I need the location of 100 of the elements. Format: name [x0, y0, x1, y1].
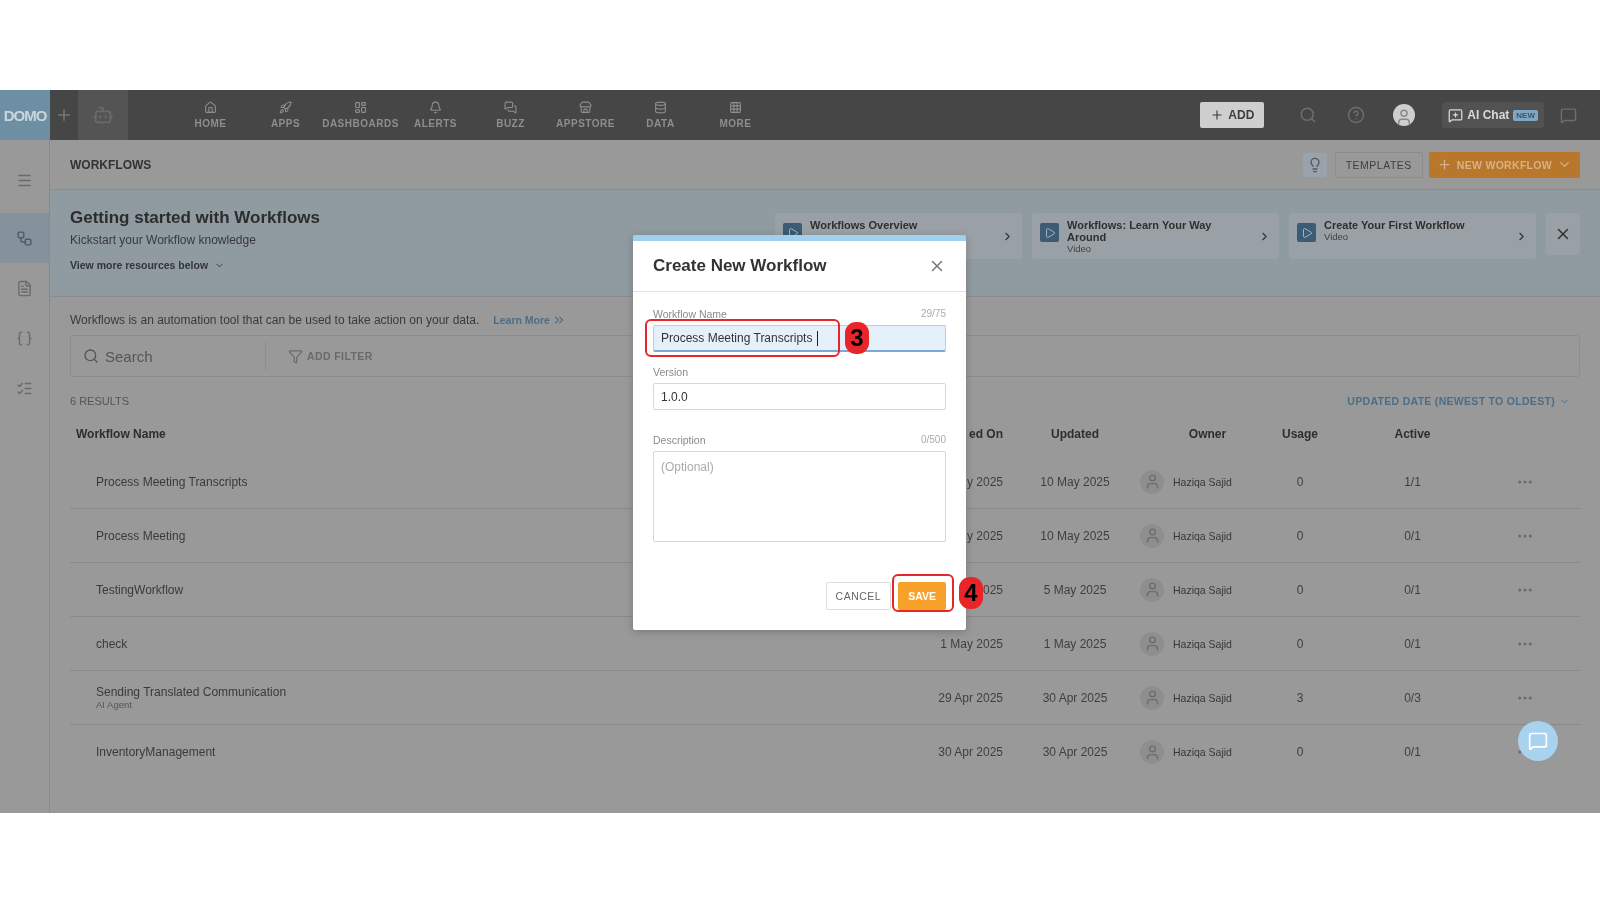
nav-item[interactable]: BUZZ	[473, 90, 548, 140]
ai-chat-button[interactable]: AI Chat NEW	[1442, 102, 1544, 128]
chat-icon[interactable]	[1559, 106, 1577, 124]
workflow-name[interactable]: check	[96, 636, 915, 651]
workflow-name[interactable]: Sending Translated Communication	[96, 685, 915, 699]
search-icon	[83, 348, 99, 364]
nav-item[interactable]: MORE	[698, 90, 773, 140]
robot-tile[interactable]	[78, 90, 128, 140]
nav-item[interactable]: APPSTORE	[548, 90, 623, 140]
field-label: Description	[653, 434, 706, 448]
table-cell: y 2025	[966, 474, 1003, 489]
new-badge: NEW	[1513, 109, 1538, 121]
page-title: WORKFLOWS	[70, 157, 152, 172]
owner-name: Haziqa Sajid	[1173, 746, 1232, 758]
dashboard-icon	[354, 101, 367, 114]
chat-bubbles-icon	[504, 101, 517, 114]
add-button[interactable]: ADD	[1200, 102, 1265, 128]
workflow-type: AI Agent	[96, 699, 133, 710]
bell-icon	[429, 101, 442, 114]
resource-type: Video	[1324, 231, 1350, 242]
dialog-title: Create New Workflow	[653, 256, 827, 276]
banner-subtitle: Kickstart your Workflow knowledge	[70, 233, 257, 247]
table-cell-text: 0/1	[1403, 582, 1422, 597]
resource-type: Video	[1067, 243, 1093, 254]
grid-icon	[729, 101, 742, 114]
database-icon	[654, 101, 667, 114]
chat-icon	[1528, 731, 1548, 751]
workflow-icon	[16, 229, 33, 247]
table-cell-text: 0/1	[1403, 636, 1422, 651]
highlight-box	[892, 574, 954, 612]
field-label: Workflow Name	[653, 308, 727, 322]
avatar[interactable]	[1393, 104, 1416, 126]
description-input[interactable]: (Optional)	[653, 451, 946, 542]
intro-text: Workflows is an automation tool that can be used to take action on your data.	[70, 313, 480, 327]
table-cell-text: 1/1	[1403, 474, 1422, 489]
table-cell-text: 30 Apr 2025	[1041, 745, 1109, 759]
table-cell: 1 May 2025	[940, 636, 1003, 651]
field-label: Version	[653, 366, 689, 380]
tips-button[interactable]	[1302, 152, 1327, 177]
logo[interactable]: DOMO	[0, 90, 50, 140]
owner-name: Haziqa Sajid	[1173, 637, 1232, 650]
cancel-button[interactable]: CANCEL	[825, 582, 892, 610]
char-counter: 0/500	[920, 434, 946, 447]
char-counter: 29/75	[920, 308, 946, 321]
plus-icon[interactable]	[55, 106, 73, 124]
table-cell-text: 0	[1295, 582, 1305, 597]
table-cell-text: 0	[1295, 474, 1305, 489]
search-icon[interactable]	[1299, 106, 1318, 124]
table-cell-text: 0	[1295, 636, 1305, 651]
braces-icon	[16, 329, 33, 347]
table-cell-text: 10 May 2025	[1039, 528, 1111, 543]
resources-link[interactable]: View more resources below	[70, 259, 320, 271]
nav-item[interactable]: APPS	[248, 90, 323, 140]
filter-icon	[288, 348, 303, 364]
table-cell-text: 0/1	[1403, 745, 1422, 759]
search-field[interactable]: Search	[71, 342, 266, 370]
nav-item[interactable]: DASHBOARDS	[323, 90, 398, 140]
table-cell-text: 30 Apr 2025	[1041, 690, 1109, 705]
save-button[interactable]: SAVE	[898, 582, 946, 610]
owner-name: Haziqa Sajid	[1173, 583, 1232, 596]
table-cell-text: 10 May 2025	[1039, 474, 1111, 489]
rocket-icon	[279, 101, 292, 114]
chat-sparkle-icon	[1448, 107, 1464, 123]
table-cell-text: 0	[1295, 745, 1305, 759]
resource-card[interactable]: Create Your First Workflow Video	[1289, 213, 1536, 259]
nav-item[interactable]: ALERTS	[398, 90, 473, 140]
version-input[interactable]: 1.0.0	[653, 383, 946, 410]
resource-card[interactable]: Workflows: Learn Your Way Around Video	[1032, 213, 1279, 259]
column-header[interactable]: Updated	[1010, 427, 1140, 441]
table-cell-text: 5 May 2025	[1042, 582, 1108, 597]
resource-title: Workflows Overview	[810, 219, 919, 231]
workflow-name[interactable]: InventoryManagement	[96, 745, 915, 759]
table-cell-text: 3	[1295, 690, 1305, 705]
table-cell: 30 Apr 2025	[938, 745, 1003, 759]
results-count: 6 RESULTS	[70, 395, 130, 407]
home-icon	[204, 101, 217, 114]
sidebar-item[interactable]	[0, 213, 49, 263]
column-header[interactable]: Owner	[1140, 427, 1275, 441]
table-cell-text: 1 May 2025	[1042, 636, 1108, 651]
owner-name: Haziqa Sajid	[1173, 529, 1232, 542]
help-icon[interactable]	[1347, 106, 1366, 124]
table-cell: y 2025	[966, 528, 1003, 543]
step-badge: 3	[845, 322, 869, 354]
close-button[interactable]	[1546, 213, 1580, 255]
table-cell-text: 0/3	[1403, 690, 1422, 705]
resource-title: Workflows: Learn Your Way Around	[1067, 219, 1213, 243]
nav-item[interactable]: HOME	[173, 90, 248, 140]
table-cell: 29 Apr 2025	[938, 690, 1003, 705]
table-cell-text: 0	[1295, 528, 1305, 543]
column-header[interactable]: Active	[1325, 427, 1500, 441]
owner-name: Haziqa Sajid	[1173, 475, 1232, 488]
nav-item[interactable]: DATA	[623, 90, 698, 140]
column-header[interactable]: Usage	[1275, 427, 1325, 441]
table-cell: 025	[982, 582, 1003, 597]
table-cell-text: 0/1	[1403, 528, 1422, 543]
templates-button[interactable]: TEMPLATES	[1334, 151, 1423, 178]
owner-name: Haziqa Sajid	[1173, 691, 1232, 704]
banner-title: Getting started with Workflows	[70, 208, 320, 228]
document-icon	[16, 279, 33, 297]
resource-title: Create Your First Workflow	[1324, 219, 1466, 231]
